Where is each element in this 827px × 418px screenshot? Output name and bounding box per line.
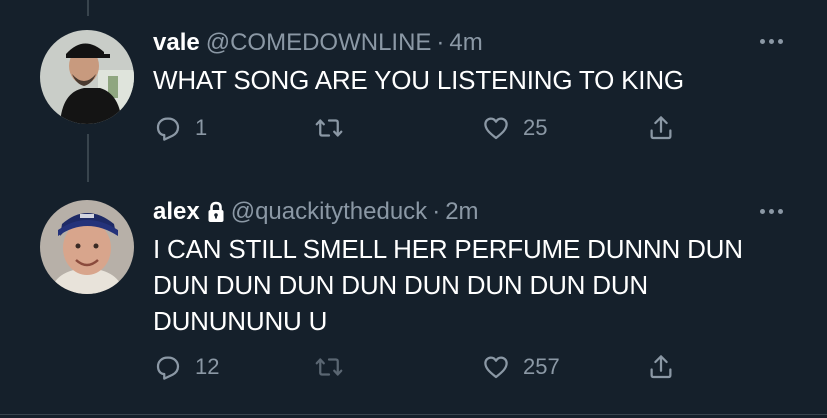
display-name[interactable]: vale xyxy=(153,29,200,57)
retweet-icon xyxy=(315,358,343,376)
timestamp[interactable]: 2m xyxy=(445,198,478,226)
share-button[interactable] xyxy=(646,113,676,143)
tweet-vale[interactable]: vale @COMEDOWNLINE · 4m WHAT SONG ARE YO… xyxy=(0,0,827,178)
share-button[interactable] xyxy=(646,352,676,382)
lock-icon xyxy=(207,201,225,223)
like-count: 25 xyxy=(523,115,548,140)
more-icon[interactable] xyxy=(760,209,783,214)
timestamp[interactable]: 4m xyxy=(449,29,482,57)
reply-button[interactable]: 1 xyxy=(153,113,207,143)
display-name[interactable]: alex xyxy=(153,198,200,226)
reply-icon xyxy=(156,356,180,380)
user-handle[interactable]: @COMEDOWNLINE xyxy=(206,29,432,57)
tweet-alex[interactable]: alex @quackitytheduck · 2m I CAN STILL S… xyxy=(0,178,827,418)
like-button[interactable]: 257 xyxy=(481,352,560,382)
reply-icon xyxy=(156,117,180,141)
action-bar: 1 25 xyxy=(153,113,713,145)
tweet-text: I CAN STILL SMELL HER PERFUME DUNNN DUN … xyxy=(153,234,743,336)
action-bar: 12 257 xyxy=(153,352,713,384)
tweet-divider xyxy=(0,414,827,415)
avatar[interactable] xyxy=(40,200,134,294)
more-icon[interactable] xyxy=(760,39,783,44)
tweet-text: WHAT SONG ARE YOU LISTENING TO KING xyxy=(153,65,684,95)
reply-count: 1 xyxy=(195,115,208,140)
separator-dot: · xyxy=(436,29,445,56)
like-button[interactable]: 25 xyxy=(481,113,547,143)
heart-icon xyxy=(484,356,508,379)
share-icon xyxy=(650,116,672,140)
heart-icon xyxy=(484,117,508,140)
retweet-button[interactable] xyxy=(313,352,357,382)
reply-count: 12 xyxy=(195,354,220,379)
avatar[interactable] xyxy=(40,30,134,124)
tweet-header: vale @COMEDOWNLINE · 4m xyxy=(153,29,483,57)
like-count: 257 xyxy=(523,354,560,379)
share-icon xyxy=(650,355,672,379)
retweet-button[interactable] xyxy=(313,113,357,143)
separator-dot: · xyxy=(432,198,441,225)
reply-button[interactable]: 12 xyxy=(153,352,219,382)
retweet-icon xyxy=(315,119,343,137)
user-handle[interactable]: @quackitytheduck xyxy=(231,198,427,226)
tweet-header: alex @quackitytheduck · 2m xyxy=(153,198,479,226)
